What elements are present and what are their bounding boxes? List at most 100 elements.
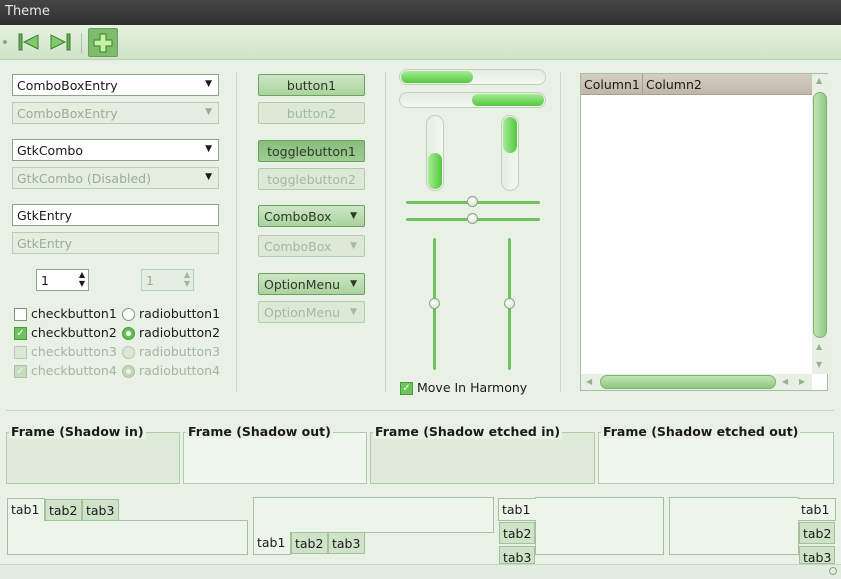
dropdown-arrow-icon: ▼ — [350, 211, 357, 221]
radiobutton2-circle[interactable] — [122, 327, 135, 340]
optionmenu[interactable]: OptionMenu ▼ — [258, 273, 365, 295]
frame-shadow-etched-in-label: Frame (Shadow etched in) — [373, 424, 563, 439]
move-in-harmony-check[interactable]: ✓ — [400, 382, 413, 395]
notebook-right-page — [669, 497, 799, 555]
checkbutton3-box — [14, 346, 27, 359]
scroll-down-icon[interactable]: ▼ — [816, 360, 822, 369]
spinbutton[interactable]: 1 ▲ ▼ — [36, 269, 89, 291]
add-button[interactable] — [88, 28, 118, 57]
dropdown-arrow-icon: ▼ — [205, 172, 212, 182]
spin-arrows-icon: ▲ ▼ — [183, 270, 190, 288]
toolbar-separator — [81, 33, 82, 53]
dropdown-arrow-icon[interactable]: ▼ — [205, 144, 212, 154]
optionmenu-text: OptionMenu — [264, 277, 341, 292]
column2-header[interactable]: Column2 — [643, 74, 813, 95]
radiobutton4-label: radiobutton4 — [139, 363, 221, 378]
frame-shadow-etched-out-label: Frame (Shadow etched out) — [601, 424, 801, 439]
notebook-bottom-page — [253, 497, 494, 533]
checkbutton2-label[interactable]: checkbutton2 — [31, 325, 117, 340]
notebook-right-tab1[interactable]: tab1 — [798, 498, 836, 521]
add-plus-icon — [93, 33, 113, 53]
horizontal-scroll-thumb[interactable] — [600, 375, 776, 389]
statusbar — [0, 564, 841, 579]
treeview[interactable]: Column1 Column2 ▲ ▲ ▼ ◀ ◀ ▶ — [580, 73, 828, 391]
dropdown-arrow-icon[interactable]: ▼ — [205, 79, 212, 89]
notebook-left-tab2[interactable]: tab2 — [499, 522, 535, 544]
notebook-top-tab2[interactable]: tab2 — [45, 499, 82, 521]
resize-grip-icon[interactable] — [829, 567, 837, 575]
progressbar-v2 — [501, 115, 519, 191]
dropdown-arrow-icon: ▼ — [350, 279, 357, 289]
go-last-button[interactable] — [47, 30, 73, 54]
combobox-disabled: ComboBox ▼ — [258, 235, 365, 257]
vertical-scrollbar[interactable]: ▲ ▲ ▼ — [812, 74, 828, 374]
progressbar-h1 — [399, 69, 546, 85]
scroll-left-icon[interactable]: ◀ — [586, 377, 592, 386]
vertical-scroll-thumb[interactable] — [813, 92, 827, 338]
frame-shadow-out-label: Frame (Shadow out) — [186, 424, 333, 439]
checkbutton2-box[interactable]: ✓ — [14, 327, 27, 340]
scroll-left-icon[interactable]: ◀ — [782, 377, 788, 386]
go-last-icon — [50, 33, 71, 51]
gtkentry-text: GtkEntry — [17, 208, 73, 223]
gtkcombo-disabled-text: GtkCombo (Disabled) — [17, 171, 151, 186]
scroll-up-icon[interactable]: ▲ — [816, 342, 822, 351]
column1-header[interactable]: Column1 — [581, 74, 643, 95]
notebook-top-tab3[interactable]: tab3 — [82, 499, 119, 521]
checkbutton4-box: ✓ — [14, 365, 27, 378]
togglebutton1[interactable]: togglebutton1 — [258, 140, 365, 162]
checkbutton1-box[interactable] — [14, 308, 27, 321]
move-in-harmony-label[interactable]: Move In Harmony — [417, 380, 527, 395]
gtkentry[interactable]: GtkEntry — [12, 204, 219, 226]
optionmenu-disabled-text: OptionMenu — [264, 305, 341, 320]
radiobutton2-label[interactable]: radiobutton2 — [139, 325, 220, 340]
gtkentry-disabled-text: GtkEntry — [17, 236, 73, 251]
comboboxentry-disabled-text: ComboBoxEntry — [17, 106, 118, 121]
frame-shadow-out — [183, 432, 367, 484]
go-first-button[interactable] — [16, 30, 42, 54]
vscale2-knob[interactable] — [504, 298, 515, 309]
window-titlebar: Theme — [0, 0, 841, 25]
horizontal-scrollbar[interactable]: ◀ ◀ ▶ — [581, 374, 812, 390]
notebook-top-tab1[interactable]: tab1 — [7, 498, 45, 521]
column-separator — [560, 72, 561, 392]
notebook-left-tab1[interactable]: tab1 — [498, 498, 536, 521]
notebook-bottom-tab2[interactable]: tab2 — [291, 532, 328, 554]
hscale2-knob[interactable] — [467, 213, 478, 224]
radiobutton1-label[interactable]: radiobutton1 — [139, 306, 220, 321]
notebook-bottom-tab1[interactable]: tab1 — [253, 532, 291, 555]
spin-arrows-icon[interactable]: ▲ ▼ — [79, 270, 85, 288]
combobox[interactable]: ComboBox ▼ — [258, 205, 365, 227]
gtkcombo[interactable]: GtkCombo ▼ — [12, 139, 219, 161]
notebook-left-page — [535, 497, 664, 555]
notebook-right-tab2[interactable]: tab2 — [799, 522, 835, 544]
notebook-bottom-tab3[interactable]: tab3 — [328, 532, 365, 554]
radiobutton4-circle — [122, 365, 135, 378]
progressbar-h2-fill — [472, 94, 544, 106]
checkbutton3-label: checkbutton3 — [31, 344, 117, 359]
column-separator — [385, 72, 386, 392]
toolbar — [0, 25, 841, 60]
progressbar-h1-fill — [401, 71, 473, 83]
notebook-right-tab3[interactable]: tab3 — [799, 546, 835, 565]
frame-shadow-etched-out — [598, 432, 834, 484]
comboboxentry[interactable]: ComboBoxEntry ▼ — [12, 74, 219, 96]
checkbutton1-label[interactable]: checkbutton1 — [31, 306, 117, 321]
optionmenu-disabled: OptionMenu ▼ — [258, 301, 365, 323]
section-separator — [6, 410, 834, 411]
button1[interactable]: button1 — [258, 74, 365, 96]
scroll-right-icon[interactable]: ▶ — [799, 377, 805, 386]
progressbar-v1-fill — [428, 153, 442, 189]
radiobutton1-circle[interactable] — [122, 308, 135, 321]
togglebutton2: togglebutton2 — [258, 168, 365, 190]
comboboxentry-disabled: ComboBoxEntry ▼ — [12, 102, 219, 124]
dropdown-arrow-icon: ▼ — [350, 307, 357, 317]
hscale1-knob[interactable] — [467, 196, 478, 207]
vscale1-knob[interactable] — [429, 298, 440, 309]
notebook-left-tab3[interactable]: tab3 — [499, 546, 535, 565]
progressbar-v2-fill — [503, 117, 517, 153]
scroll-up-icon[interactable]: ▲ — [816, 76, 822, 85]
dropdown-arrow-icon: ▼ — [205, 107, 212, 117]
toolbar-grip[interactable] — [3, 40, 7, 44]
gtkcombo-text: GtkCombo — [17, 143, 83, 158]
